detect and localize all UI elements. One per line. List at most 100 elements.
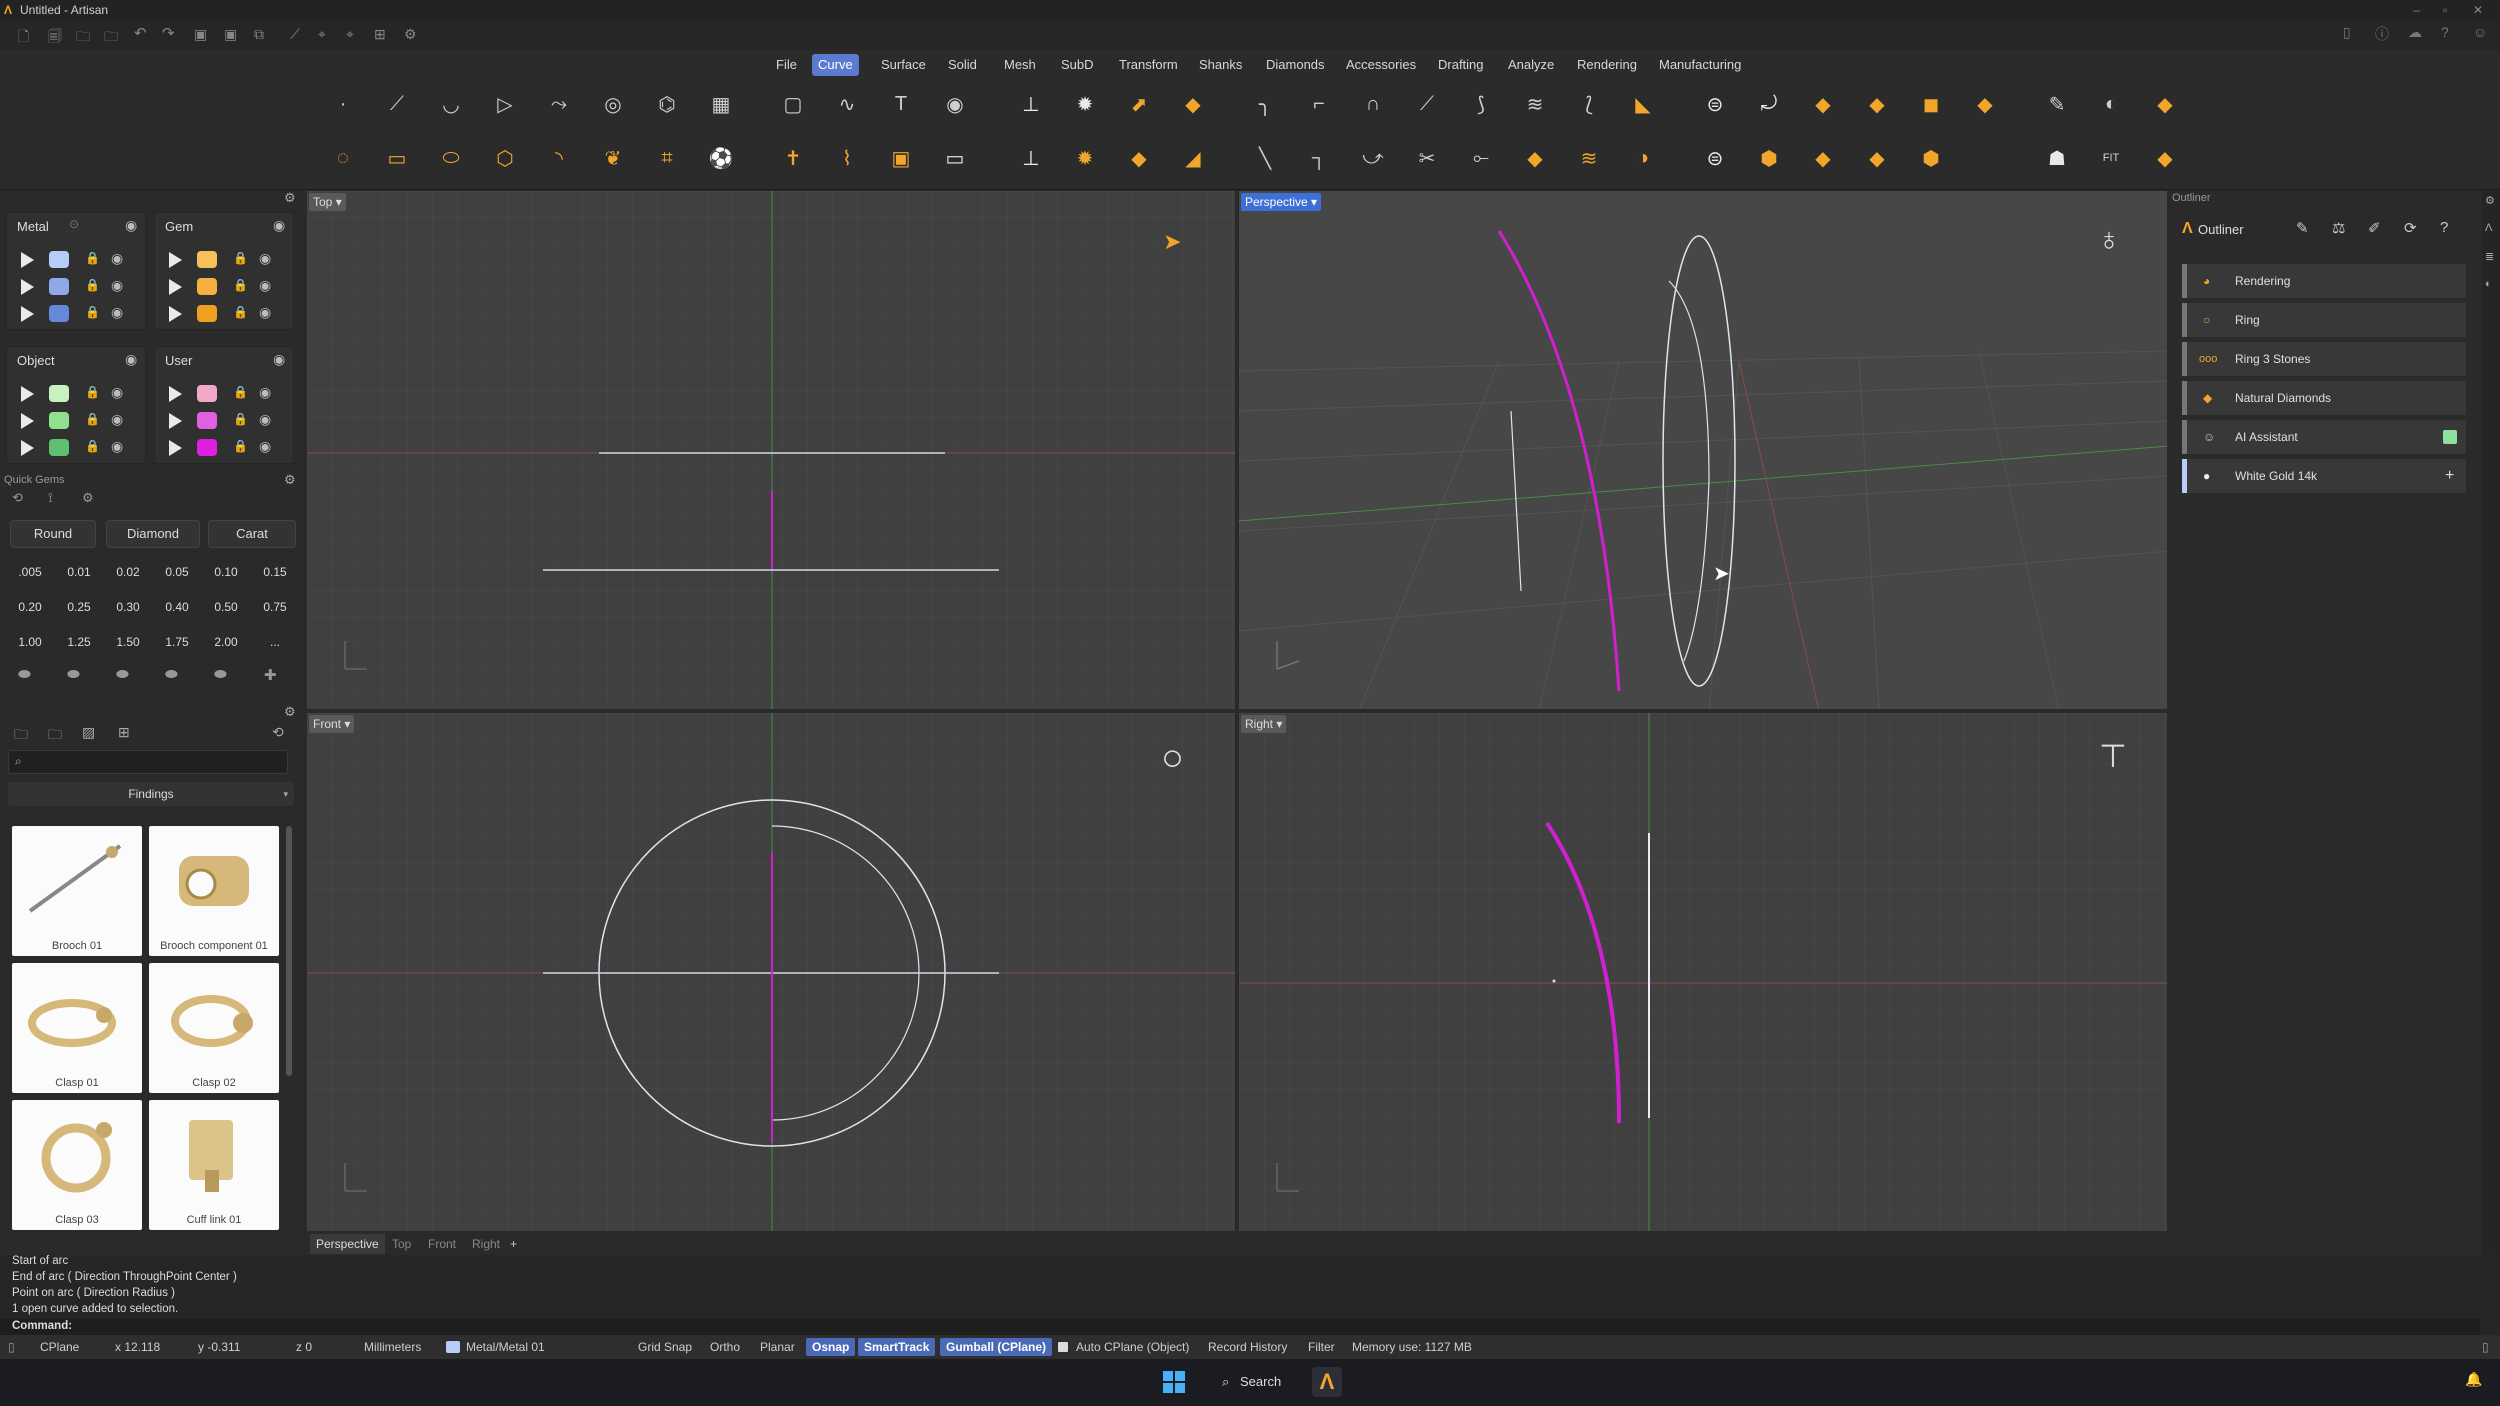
arc-tool-icon[interactable]: ◡ — [432, 85, 470, 123]
menu-shanks[interactable]: Shanks — [1193, 54, 1248, 76]
viewport-perspective-label[interactable]: Perspective ▾ — [1241, 193, 1322, 211]
add-icon[interactable]: + — [2445, 459, 2454, 493]
lock-icon[interactable]: 🔒 — [85, 385, 100, 399]
soccer-ball-icon[interactable]: ⚽ — [702, 139, 740, 177]
save-as-icon[interactable]: ▣ — [224, 26, 237, 43]
taskbar-search[interactable]: ⌕ Search — [1212, 1367, 1292, 1397]
gem-cut-4-icon[interactable]: ⬢ — [1912, 139, 1950, 177]
lock-icon[interactable]: 🔒 — [233, 278, 248, 292]
rectangle-tool-icon[interactable]: ▭ — [378, 139, 416, 177]
artisan-taskbar-icon[interactable]: Λ — [1312, 1367, 1342, 1397]
outliner-item-natural-diamonds[interactable]: ◆ Natural Diamonds — [2182, 381, 2466, 415]
fit-button[interactable]: FIT — [2092, 139, 2130, 177]
viewport-front[interactable]: Front ▾ ○ — [306, 712, 1236, 1232]
account-icon[interactable]: ☺ — [2473, 24, 2487, 40]
carat-option[interactable]: 1.25 — [57, 627, 101, 657]
eye-icon[interactable]: ◉ — [259, 250, 271, 267]
library-settings-icon[interactable]: ⚙ — [284, 704, 296, 720]
pin-icon[interactable]: ⌖ — [346, 26, 354, 43]
play-icon[interactable] — [169, 279, 182, 295]
play-icon[interactable] — [169, 386, 182, 402]
play-icon[interactable] — [21, 279, 34, 295]
viewport-right-label[interactable]: Right ▾ — [1241, 715, 1287, 733]
redo-icon[interactable]: ↷ — [162, 24, 175, 42]
library-item-clasp-03[interactable]: Clasp 03 — [12, 1100, 142, 1230]
gem-shape-4-icon[interactable]: ⬬ — [165, 666, 178, 683]
settings-icon[interactable]: ⚙ — [404, 26, 417, 43]
filter-toggle[interactable]: Filter — [1308, 1335, 1335, 1359]
menu-rendering[interactable]: Rendering — [1571, 54, 1643, 76]
quick-gems-settings-icon[interactable]: ⚙ — [284, 472, 296, 488]
library-folder-icon[interactable]: 🗀 — [14, 724, 28, 748]
cage-tool-icon[interactable]: ⌗ — [648, 139, 686, 177]
library-add-folder-icon[interactable]: 🗀 — [48, 724, 62, 748]
carat-option[interactable]: 0.25 — [57, 592, 101, 622]
text-tool-icon[interactable]: T — [882, 85, 920, 123]
open-folder-icon[interactable]: 🗀 — [76, 26, 90, 50]
gem-shape-5-icon[interactable]: ⬬ — [214, 666, 227, 683]
lock-icon[interactable]: 🔒 — [233, 251, 248, 265]
maximize-icon[interactable]: ▫ — [2443, 0, 2447, 20]
object-color-swatch[interactable] — [49, 385, 69, 402]
loft-tool-icon[interactable]: ⟅ — [1570, 85, 1608, 123]
carat-option[interactable]: ... — [253, 627, 297, 657]
menu-diamonds[interactable]: Diamonds — [1260, 54, 1331, 76]
prong-tool-icon[interactable]: ⤾ — [1750, 85, 1788, 123]
tab-right[interactable]: Right — [466, 1234, 506, 1254]
menu-accessories[interactable]: Accessories — [1340, 54, 1422, 76]
play-icon[interactable] — [21, 413, 34, 429]
metal-color-swatch[interactable] — [49, 251, 69, 268]
point-tool-icon[interactable]: · — [324, 85, 362, 123]
new-file-icon[interactable]: 🗋 — [18, 26, 29, 50]
osnap-toggle[interactable]: Osnap — [806, 1338, 856, 1356]
record-history-toggle[interactable]: Record History — [1208, 1335, 1287, 1359]
diamond-button[interactable]: Diamond — [106, 520, 200, 548]
carat-option[interactable]: 0.75 — [253, 592, 297, 622]
import-icon[interactable]: 🗀 — [104, 26, 118, 50]
metal-layer-row[interactable]: 🔒 ◉ — [7, 247, 145, 273]
back-icon[interactable]: ⟲ — [12, 490, 23, 506]
library-scrollbar[interactable] — [286, 826, 292, 1076]
library-search-input[interactable]: ⌕ — [8, 750, 288, 774]
carat-option[interactable]: 0.20 — [8, 592, 52, 622]
play-icon[interactable] — [21, 386, 34, 402]
planar-toggle[interactable]: Planar — [760, 1335, 795, 1359]
tab-top[interactable]: Top — [386, 1234, 417, 1254]
flow-tool-icon[interactable]: ≋ — [1570, 139, 1608, 177]
lock-icon[interactable]: 🔒 — [233, 385, 248, 399]
menu-solid[interactable]: Solid — [942, 54, 983, 76]
lock-icon[interactable]: 🔒 — [233, 439, 248, 453]
metal-layer-row[interactable]: 🔒 ◉ — [7, 301, 145, 327]
carat-option[interactable]: .005 — [8, 557, 52, 587]
split-tool-icon[interactable]: ⊥ — [1012, 139, 1050, 177]
view-gizmo-ring-icon[interactable]: ♁ — [2097, 221, 2121, 258]
template-icon[interactable]: 🗐 — [48, 26, 62, 50]
menu-analyze[interactable]: Analyze — [1502, 54, 1560, 76]
ribbon-tool-icon[interactable]: ⌇ — [828, 139, 866, 177]
lock-icon[interactable]: 🔒 — [85, 305, 100, 319]
gem-color-swatch[interactable] — [197, 278, 217, 295]
carat-option[interactable]: 0.10 — [204, 557, 248, 587]
carat-option[interactable]: 1.00 — [8, 627, 52, 657]
gem-visibility-icon[interactable]: ◉ — [273, 217, 285, 234]
carat-option[interactable]: 0.30 — [106, 592, 150, 622]
lock-icon[interactable]: 🔒 — [233, 305, 248, 319]
curve-grid-icon[interactable]: ▦ — [702, 85, 740, 123]
gem-tool-2-icon[interactable]: ◆ — [1858, 85, 1896, 123]
carat-option[interactable]: 1.50 — [106, 627, 150, 657]
help-icon[interactable]: ? — [2440, 219, 2448, 236]
dock-layers-icon[interactable]: ≣ — [2485, 250, 2494, 263]
eye-icon[interactable]: ◉ — [259, 384, 271, 401]
metal-color-swatch[interactable] — [49, 305, 69, 322]
viewport-front-label[interactable]: Front ▾ — [309, 715, 355, 733]
windows-start-icon[interactable] — [1163, 1371, 1185, 1393]
outliner-item-rendering[interactable]: ◕ Rendering — [2182, 264, 2466, 298]
cross-tool-icon[interactable]: ✝ — [774, 139, 812, 177]
play-icon[interactable] — [169, 440, 182, 456]
menu-curve[interactable]: Curve — [812, 54, 859, 76]
gem-tool-1-icon[interactable]: ◆ — [1804, 85, 1842, 123]
gem-shape-3-icon[interactable]: ⬬ — [116, 666, 129, 683]
play-icon[interactable] — [21, 252, 34, 268]
play-icon[interactable] — [21, 306, 34, 322]
panel-toggle-right-icon[interactable]: ▯ — [2482, 1335, 2489, 1359]
